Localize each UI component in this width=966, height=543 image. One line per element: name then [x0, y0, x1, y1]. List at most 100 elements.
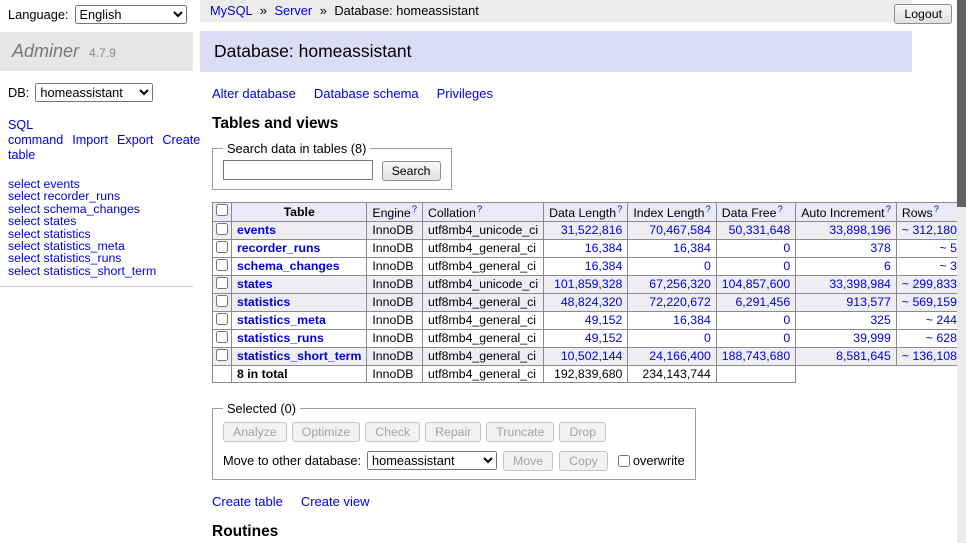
- index_length-link[interactable]: 16,384: [673, 313, 711, 327]
- truncate-button[interactable]: Truncate: [486, 422, 554, 442]
- cell-auto_increment: 325: [796, 311, 897, 329]
- data_free-link[interactable]: 0: [783, 241, 790, 255]
- db-action-link[interactable]: Alter database: [212, 86, 296, 101]
- auto_increment-link[interactable]: 6: [884, 259, 891, 273]
- move-button[interactable]: Move: [503, 451, 553, 471]
- auto_increment-link[interactable]: 33,398,984: [829, 277, 891, 291]
- cell-checkbox: [213, 311, 232, 329]
- drop-button[interactable]: Drop: [559, 422, 606, 442]
- index_length-link[interactable]: 70,467,584: [649, 223, 711, 237]
- select-all-checkbox[interactable]: [216, 204, 228, 216]
- data_free-link[interactable]: 0: [783, 313, 790, 327]
- row-checkbox[interactable]: [216, 313, 228, 325]
- index_length-link[interactable]: 67,256,320: [649, 277, 711, 291]
- rows-link[interactable]: ~ 312,180: [902, 223, 957, 237]
- rows-link[interactable]: ~ 5: [940, 241, 957, 255]
- data_length-link[interactable]: 16,384: [585, 259, 623, 273]
- table-name-link[interactable]: statistics: [237, 295, 290, 309]
- scrollbar[interactable]: [957, 0, 966, 543]
- logout-button[interactable]: Logout: [894, 4, 952, 24]
- data_length-link[interactable]: 49,152: [585, 313, 623, 327]
- data_length-link[interactable]: 31,522,816: [561, 223, 623, 237]
- db-action-link[interactable]: Privileges: [437, 86, 493, 101]
- column-help-link[interactable]: ?: [886, 204, 891, 215]
- optimize-button[interactable]: Optimize: [292, 422, 361, 442]
- column-help-link[interactable]: ?: [477, 204, 482, 215]
- column-help-link[interactable]: ?: [412, 204, 417, 215]
- breadcrumb-link-server[interactable]: Server: [274, 3, 312, 18]
- table-name-link[interactable]: statistics_short_term: [237, 349, 361, 363]
- auto_increment-link[interactable]: 8,581,645: [836, 349, 891, 363]
- table-row: schema_changesInnoDButf8mb4_general_ci16…: [213, 257, 966, 275]
- cell-table-name: events: [232, 221, 367, 239]
- data_free-link[interactable]: 104,857,600: [722, 277, 790, 291]
- db-select[interactable]: homeassistant: [35, 83, 153, 102]
- create-link[interactable]: Create table: [212, 494, 283, 509]
- auto_increment-link[interactable]: 378: [870, 241, 891, 255]
- scrollbar-thumb[interactable]: [957, 0, 966, 207]
- index_length-link[interactable]: 24,166,400: [649, 349, 711, 363]
- column-help-link[interactable]: ?: [777, 204, 782, 215]
- data_free-link[interactable]: 0: [783, 331, 790, 345]
- sidebar-table-link[interactable]: select recorder_runs: [8, 190, 185, 202]
- sidebar-table-link[interactable]: select statistics_short_term: [8, 265, 185, 277]
- rows-link[interactable]: ~ 3: [940, 259, 957, 273]
- cell-table-name: statistics: [232, 293, 367, 311]
- data_length-link[interactable]: 16,384: [585, 241, 623, 255]
- column-help-link[interactable]: ?: [706, 204, 711, 215]
- table-name-link[interactable]: schema_changes: [237, 259, 340, 273]
- sidebar-action-link[interactable]: Export: [117, 133, 153, 147]
- auto_increment-link[interactable]: 39,999: [853, 331, 891, 345]
- rows-link[interactable]: ~ 628: [926, 331, 957, 345]
- index_length-link[interactable]: 0: [704, 331, 711, 345]
- data_free-link[interactable]: 0: [783, 259, 790, 273]
- row-checkbox[interactable]: [216, 331, 228, 343]
- move-db-select[interactable]: homeassistant: [367, 451, 497, 470]
- overwrite-checkbox[interactable]: [618, 455, 630, 467]
- auto_increment-link[interactable]: 325: [870, 313, 891, 327]
- rows-link[interactable]: ~ 569,159: [902, 295, 957, 309]
- data_free-link[interactable]: 6,291,456: [735, 295, 790, 309]
- column-help-link[interactable]: ?: [934, 204, 939, 215]
- sidebar-action-link[interactable]: SQL command: [8, 118, 63, 147]
- index_length-link[interactable]: 16,384: [673, 241, 711, 255]
- db-action-link[interactable]: Database schema: [314, 86, 419, 101]
- data_length-link[interactable]: 48,824,320: [561, 295, 623, 309]
- table-name-link[interactable]: statistics_runs: [237, 331, 324, 345]
- data_length-link[interactable]: 49,152: [585, 331, 623, 345]
- row-checkbox[interactable]: [216, 259, 228, 271]
- index_length-link[interactable]: 72,220,672: [649, 295, 711, 309]
- data_free-link[interactable]: 50,331,648: [729, 223, 791, 237]
- auto_increment-link[interactable]: 33,898,196: [829, 223, 891, 237]
- create-link[interactable]: Create view: [301, 494, 370, 509]
- language-select[interactable]: English: [75, 5, 187, 24]
- repair-button[interactable]: Repair: [425, 422, 481, 442]
- row-checkbox[interactable]: [216, 349, 228, 361]
- sidebar-action-link[interactable]: Import: [72, 133, 108, 147]
- data_free-link[interactable]: 188,743,680: [722, 349, 790, 363]
- table-name-link[interactable]: events: [237, 223, 276, 237]
- sidebar-table-link[interactable]: select statistics_runs: [8, 252, 185, 264]
- row-checkbox[interactable]: [216, 295, 228, 307]
- rows-link[interactable]: ~ 136,108: [902, 349, 957, 363]
- breadcrumb-link-mysql[interactable]: MySQL: [210, 3, 252, 18]
- copy-button[interactable]: Copy: [559, 451, 608, 471]
- table-name-link[interactable]: recorder_runs: [237, 241, 320, 255]
- check-button[interactable]: Check: [365, 422, 420, 442]
- table-name-link[interactable]: statistics_meta: [237, 313, 326, 327]
- index_length-link[interactable]: 0: [704, 259, 711, 273]
- sidebar-table-link[interactable]: select states: [8, 215, 185, 227]
- row-checkbox[interactable]: [216, 241, 228, 253]
- rows-link[interactable]: ~ 244: [926, 313, 957, 327]
- search-button[interactable]: Search: [382, 161, 441, 181]
- column-help-link[interactable]: ?: [617, 204, 622, 215]
- row-checkbox[interactable]: [216, 277, 228, 289]
- rows-link[interactable]: ~ 299,833: [902, 277, 957, 291]
- analyze-button[interactable]: Analyze: [223, 422, 287, 442]
- data_length-link[interactable]: 101,859,328: [554, 277, 622, 291]
- search-input[interactable]: [223, 160, 373, 180]
- data_length-link[interactable]: 10,502,144: [561, 349, 623, 363]
- auto_increment-link[interactable]: 913,577: [846, 295, 890, 309]
- row-checkbox[interactable]: [216, 223, 228, 235]
- table-name-link[interactable]: states: [237, 277, 273, 291]
